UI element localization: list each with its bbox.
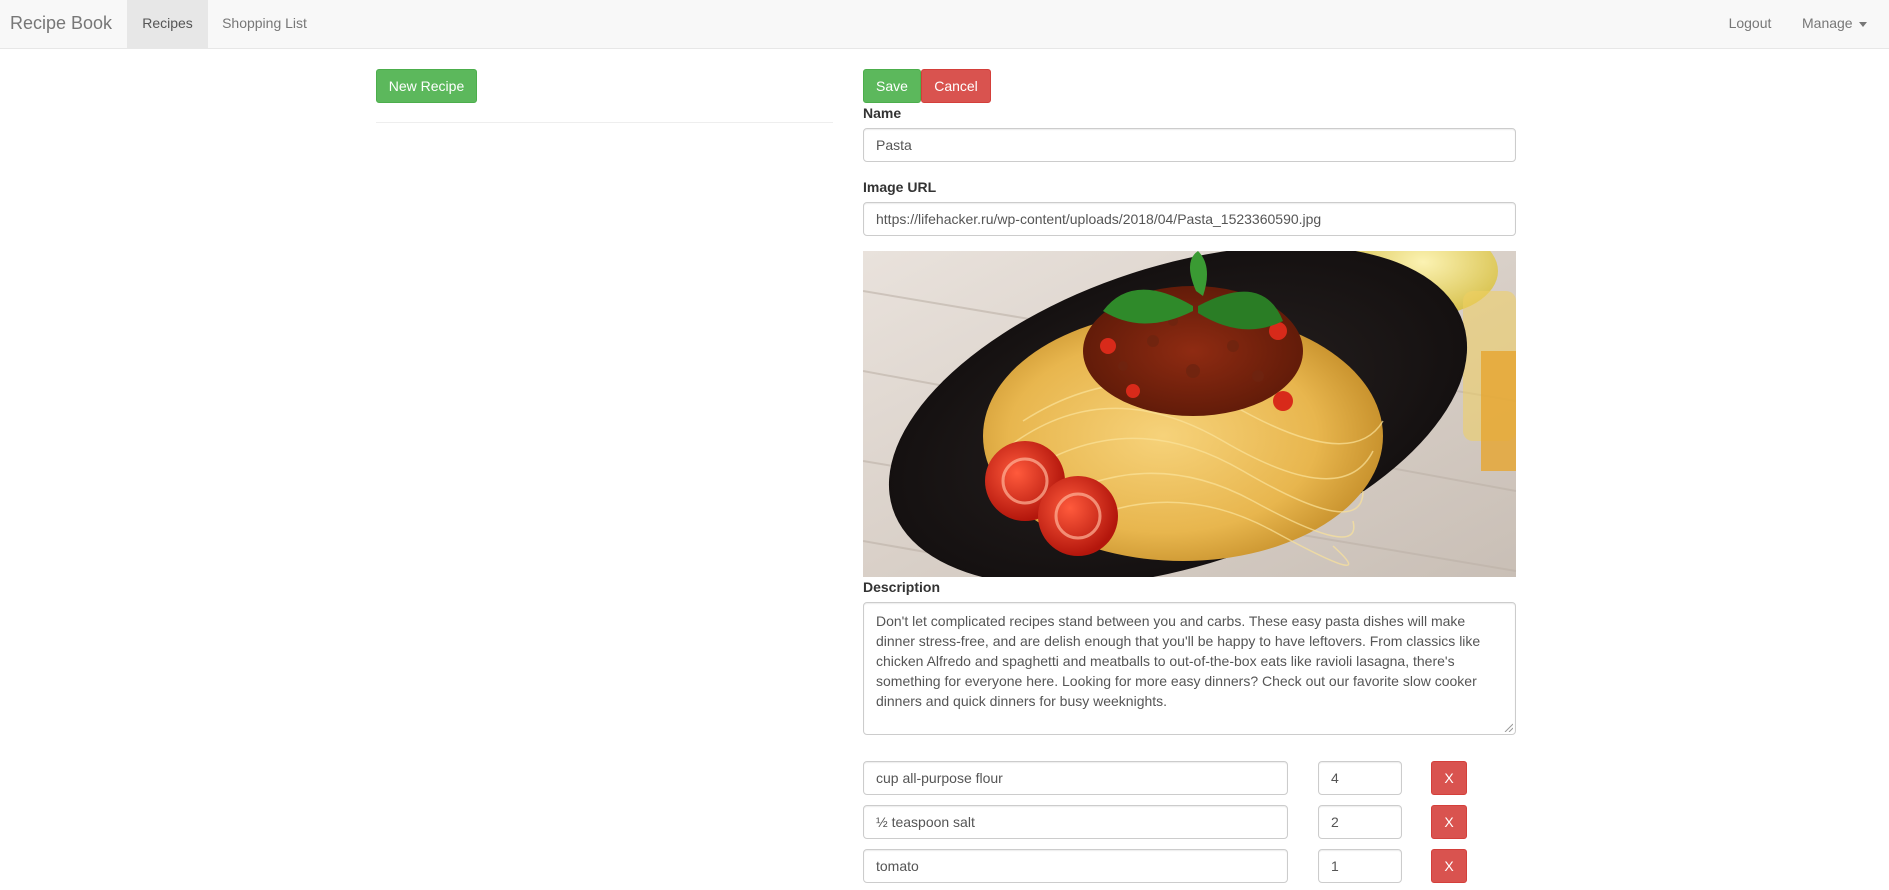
- image-url-input[interactable]: https://lifehacker.ru/wp-content/uploads…: [863, 202, 1516, 236]
- ingredient-name-input[interactable]: cup all-purpose flour: [863, 761, 1288, 795]
- cancel-button[interactable]: Cancel: [921, 69, 991, 103]
- manage-dropdown[interactable]: Manage: [1785, 0, 1889, 48]
- caret-down-icon: [1858, 21, 1867, 27]
- navbar: Recipe Book Recipes Shopping List Logout…: [0, 0, 1889, 49]
- nav-shopping-list[interactable]: Shopping List: [208, 0, 321, 48]
- description-textarea[interactable]: Don't let complicated recipes stand betw…: [863, 602, 1516, 735]
- manage-label: Manage: [1802, 15, 1853, 31]
- remove-ingredient-button[interactable]: X: [1431, 849, 1467, 883]
- remove-ingredient-button[interactable]: X: [1431, 761, 1467, 795]
- ingredient-name-input[interactable]: ½ teaspoon salt: [863, 805, 1288, 839]
- ingredient-name-input[interactable]: tomato: [863, 849, 1288, 883]
- logout-link[interactable]: Logout: [1715, 0, 1785, 48]
- image-url-label: Image URL: [863, 179, 937, 195]
- divider: [376, 122, 833, 123]
- save-button[interactable]: Save: [863, 69, 921, 103]
- nav-recipes[interactable]: Recipes: [127, 0, 208, 48]
- ingredient-amount-input[interactable]: 4: [1318, 761, 1402, 795]
- name-label: Name: [863, 105, 902, 121]
- remove-ingredient-button[interactable]: X: [1431, 805, 1467, 839]
- resize-grip-icon[interactable]: [1504, 723, 1513, 732]
- brand-link[interactable]: Recipe Book: [10, 0, 112, 48]
- ingredient-amount-input[interactable]: 2: [1318, 805, 1402, 839]
- description-text: Don't let complicated recipes stand betw…: [876, 613, 1481, 709]
- new-recipe-button[interactable]: New Recipe: [376, 69, 477, 103]
- name-input[interactable]: Pasta: [863, 128, 1516, 162]
- ingredient-amount-input[interactable]: 1: [1318, 849, 1402, 883]
- description-label: Description: [863, 579, 941, 595]
- recipe-image: [863, 251, 1516, 577]
